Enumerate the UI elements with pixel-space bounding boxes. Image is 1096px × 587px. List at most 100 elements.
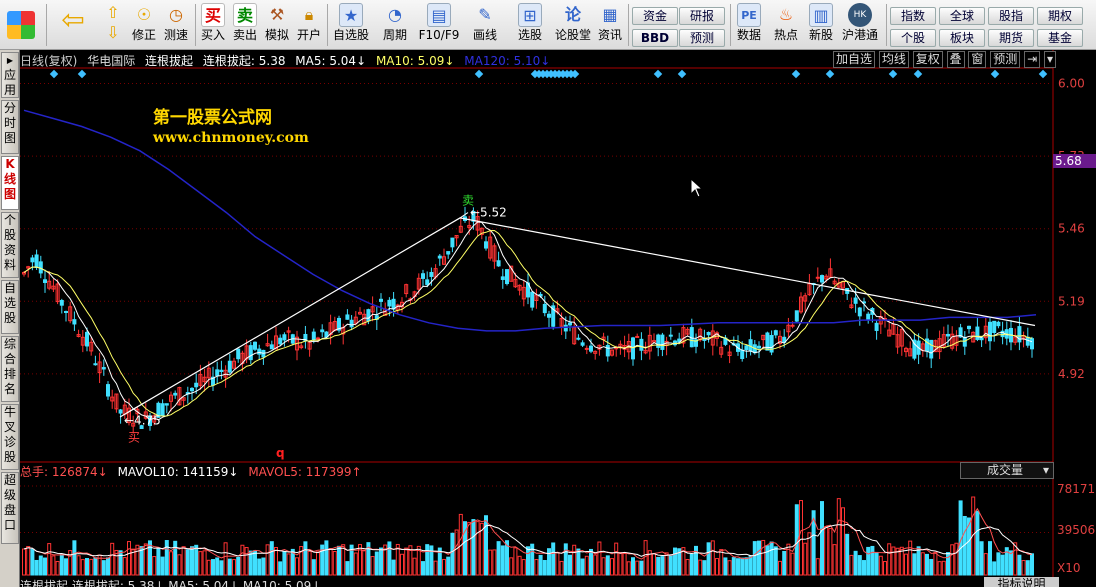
indicator-help-button[interactable]: 指标说明: [984, 577, 1059, 587]
data-button[interactable]: PE 数据: [734, 3, 764, 42]
futures-button[interactable]: 期权: [1037, 7, 1083, 25]
open-account-label: 开户: [296, 28, 321, 42]
signal-diamond-icon: [653, 69, 663, 79]
hk-connect-button[interactable]: HK 沪港通: [840, 3, 880, 42]
volume-indicator-select[interactable]: 成交量 ▾: [960, 462, 1054, 479]
pe-icon: PE: [737, 3, 761, 27]
stock-select-button[interactable]: ⊞ 选股: [510, 3, 550, 42]
candle-body: [93, 363, 98, 366]
adjust-button[interactable]: 复权: [912, 51, 943, 68]
volume-bar: [761, 539, 766, 576]
kline-chart-area[interactable]: 6.005.735.465.194.92←5.52卖←4.75买q 日线(复权)…: [20, 50, 1096, 587]
bottom-indicator-bar: 连根拔起 连根拔起: 5.38↓ MA5: 5.04↓ MA10: 5.09↓: [20, 579, 322, 587]
volume-bar: [261, 557, 266, 576]
hammer-icon: ⚒: [269, 5, 285, 24]
candle-body: [236, 348, 241, 360]
volume-bar: [849, 554, 854, 576]
tab-diagnosis[interactable]: 牛叉诊股: [1, 404, 19, 470]
sell-button[interactable]: 卖 卖出: [231, 3, 259, 42]
new-stock-button[interactable]: ▥ 新股: [806, 3, 836, 42]
hot-label: 热点: [773, 28, 798, 42]
period-button[interactable]: ◔ 周期: [376, 3, 414, 42]
news-button[interactable]: ▦ 资讯: [596, 3, 624, 42]
forum-label: 论股堂: [554, 28, 591, 42]
ma-lines-button[interactable]: 均线: [878, 51, 909, 68]
volume-bar: [887, 543, 892, 576]
data-label: 数据: [736, 28, 761, 42]
options-button[interactable]: 期货: [988, 29, 1034, 47]
candle-body: [668, 334, 673, 337]
stock-index-button[interactable]: 股指: [988, 7, 1034, 25]
sector-button[interactable]: 板块: [939, 29, 985, 47]
bbd-button[interactable]: BBD: [632, 29, 678, 47]
news-icon: ▦: [602, 5, 618, 24]
open-account-button[interactable]: 🔒︎ 开户: [295, 3, 323, 42]
volume-bar: [169, 551, 173, 576]
volume-bar: [1030, 553, 1034, 576]
global-button[interactable]: 全球: [939, 7, 985, 25]
funds-button[interactable]: 资金: [632, 7, 678, 25]
hot-button[interactable]: ♨ 热点: [771, 3, 801, 42]
volume-bar: [828, 528, 833, 576]
back-button[interactable]: ⇦: [56, 3, 90, 38]
tab-apps[interactable]: ▶ 应用: [1, 52, 19, 98]
fund-button[interactable]: 基金: [1037, 29, 1083, 47]
volume-bar: [181, 546, 186, 576]
f10-button[interactable]: ▤ F10/F9: [417, 3, 461, 42]
volume-bar: [769, 541, 774, 576]
candle-body: [530, 291, 535, 308]
candle-body: [946, 333, 950, 337]
individual-button[interactable]: 个股: [890, 29, 936, 47]
buy-button[interactable]: 买 买入: [199, 3, 227, 42]
candle-body: [437, 255, 442, 259]
tab-super-quote[interactable]: 超级盘口: [1, 472, 19, 544]
tab-stock-info[interactable]: 个股资料: [1, 212, 19, 278]
expand-icon[interactable]: ⇥: [1024, 51, 1041, 68]
index-button[interactable]: 指数: [890, 7, 936, 25]
forum-button[interactable]: 论 论股堂: [554, 3, 592, 42]
self-select-button[interactable]: ★ 自选股: [331, 3, 371, 42]
candle-body: [500, 276, 505, 280]
candle-body: [757, 345, 761, 349]
candle-body: [446, 251, 451, 255]
fix-button[interactable]: ☉ 修正: [130, 3, 158, 42]
tab-timeshare[interactable]: 分时图: [1, 100, 19, 154]
candle-body: [43, 279, 47, 283]
volume-bar: [904, 553, 908, 576]
research-button[interactable]: 研报: [679, 7, 725, 25]
forecast-button[interactable]: 预测: [679, 29, 725, 47]
volume-bar: [694, 545, 698, 576]
arrow-down-icon[interactable]: ⇩: [100, 23, 126, 43]
chart-controls: 加自选 均线 复权 叠 窗 预测 ⇥ ▾: [833, 51, 1056, 68]
tab-kline[interactable]: K线图: [1, 156, 19, 210]
volume-bar: [38, 555, 43, 576]
tab-ranking[interactable]: 综合排名: [1, 336, 19, 402]
arrow-up-icon[interactable]: ⇧: [100, 3, 126, 23]
volume-bar: [89, 558, 94, 576]
forecast-toggle-button[interactable]: 预测: [990, 51, 1021, 68]
candle-body: [257, 348, 262, 355]
volume-bar: [282, 551, 287, 576]
chevron-down-icon[interactable]: ▾: [1043, 51, 1056, 68]
volume-bar: [269, 541, 274, 576]
volume-bar: [757, 540, 761, 576]
candle-body: [421, 273, 425, 279]
volume-bar: [815, 558, 820, 576]
speed-button[interactable]: ◷ 测速: [162, 3, 190, 42]
candle-body: [278, 337, 283, 345]
overlay-button[interactable]: 叠: [946, 51, 965, 68]
candle-body: [345, 314, 350, 320]
add-self-select-button[interactable]: 加自选: [833, 51, 876, 68]
simulate-button[interactable]: ⚒ 模拟: [263, 3, 291, 42]
candle-body: [379, 298, 383, 302]
window-button[interactable]: 窗: [968, 51, 987, 68]
candle-body: [484, 241, 488, 249]
candle-body: [568, 322, 572, 326]
volume-bar: [807, 532, 812, 576]
draw-button[interactable]: ✎ 画线: [466, 3, 504, 42]
app-logo[interactable]: [4, 3, 38, 40]
volume-bar: [618, 552, 623, 576]
volume-bar: [177, 554, 182, 576]
page-nav[interactable]: ⇧ ⇩: [100, 3, 126, 43]
tab-self-select[interactable]: 自选股: [1, 280, 19, 334]
